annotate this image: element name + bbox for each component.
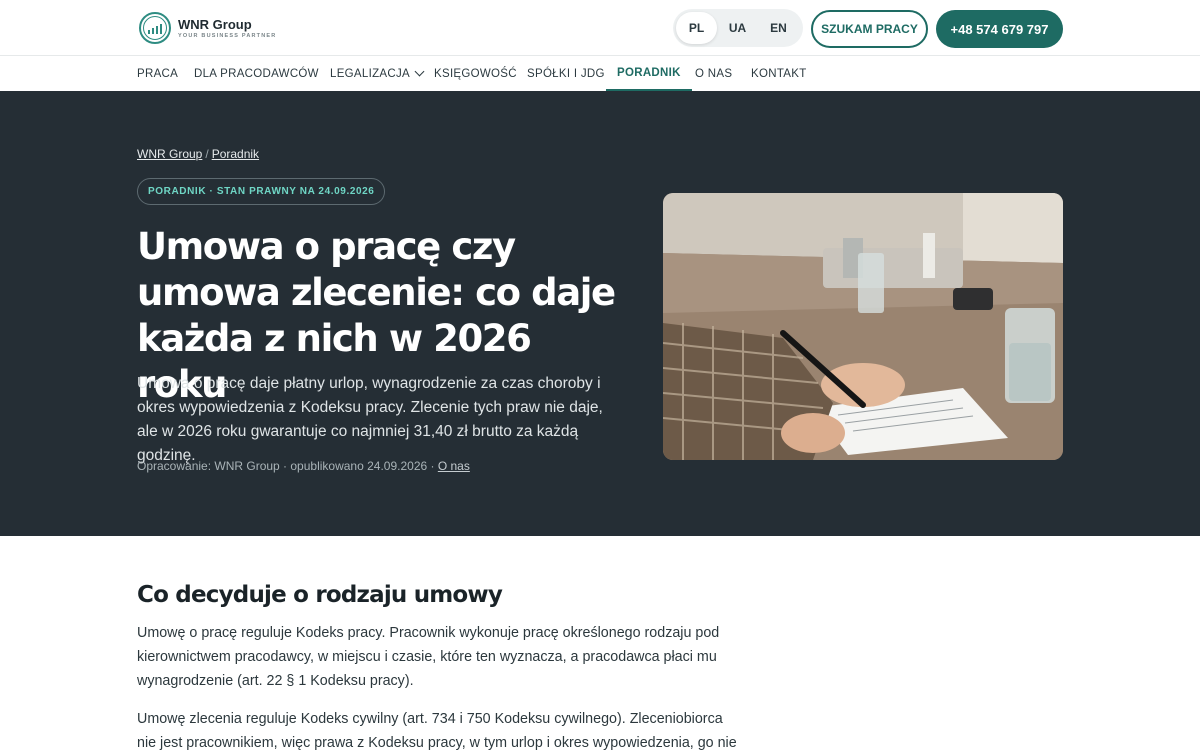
- paragraph: Umowę o pracę reguluje Kodeks pracy. Pra…: [137, 625, 720, 689]
- article-lead: Umowa o pracę daje płatny urlop, wynagro…: [137, 375, 603, 464]
- nav-item-legalizacja-label: LEGALIZACJA: [330, 67, 410, 80]
- chevron-down-icon: [414, 66, 425, 77]
- about-us-link[interactable]: O nas: [438, 459, 470, 473]
- nav-item-ksiegowosc[interactable]: KSIĘGOWOŚĆ: [434, 56, 517, 91]
- nav-item-dla-pracodawcow[interactable]: DLA PRACODAWCÓW: [194, 56, 319, 91]
- lang-en[interactable]: EN: [758, 12, 799, 44]
- nav-item-kontakt[interactable]: KONTAKT: [751, 56, 807, 91]
- breadcrumb-poradnik-link[interactable]: Poradnik: [212, 147, 259, 161]
- article-body: Co decyduje o rodzaju umowy Umowę o prac…: [0, 536, 1200, 750]
- section-title: Co decyduje o rodzaju umowy: [137, 582, 503, 608]
- phone-button[interactable]: +48 574 679 797: [936, 10, 1063, 48]
- article-meta-text: Opracowanie: WNR Group · opublikowano 24…: [137, 459, 438, 473]
- logo-link[interactable]: WNR Group YOUR BUSINESS PARTNER: [139, 12, 276, 44]
- brand-name: WNR Group: [178, 16, 252, 32]
- lang-ua[interactable]: UA: [717, 12, 758, 44]
- breadcrumb: WNR Group / Poradnik: [137, 147, 260, 161]
- language-switcher: PL UA EN: [673, 9, 803, 47]
- article-hero-image: [663, 193, 1063, 460]
- nav-item-spolki-i-jdg[interactable]: SPÓŁKI I JDG: [527, 56, 605, 91]
- nav-item-praca[interactable]: PRACA: [137, 56, 178, 91]
- nav-item-o-nas[interactable]: O NAS: [695, 56, 732, 91]
- category-badge: PORADNIK · STAN PRAWNY NA 24.09.2026: [137, 178, 386, 205]
- site-header: WNR Group YOUR BUSINESS PARTNER PL UA EN…: [0, 0, 1200, 56]
- nav-item-poradnik[interactable]: PORADNIK: [606, 56, 692, 91]
- brand-tagline: YOUR BUSINESS PARTNER: [178, 32, 277, 39]
- breadcrumb-home-link[interactable]: WNR Group: [137, 147, 202, 161]
- nav-item-legalizacja[interactable]: LEGALIZACJA: [330, 56, 425, 91]
- main-nav: PRACA DLA PRACODAWCÓW LEGALIZACJA KSIĘGO…: [0, 56, 1200, 91]
- find-job-button[interactable]: SZUKAM PRACY: [811, 10, 928, 48]
- lang-pl[interactable]: PL: [676, 12, 717, 44]
- paragraph: Umowę zlecenia reguluje Kodeks cywilny (…: [137, 711, 737, 750]
- article-meta: Opracowanie: WNR Group · opublikowano 24…: [137, 459, 470, 473]
- article-hero: WNR Group / Poradnik PORADNIK · STAN PRAWN…: [0, 91, 1200, 536]
- logo-chart-icon: [139, 12, 171, 44]
